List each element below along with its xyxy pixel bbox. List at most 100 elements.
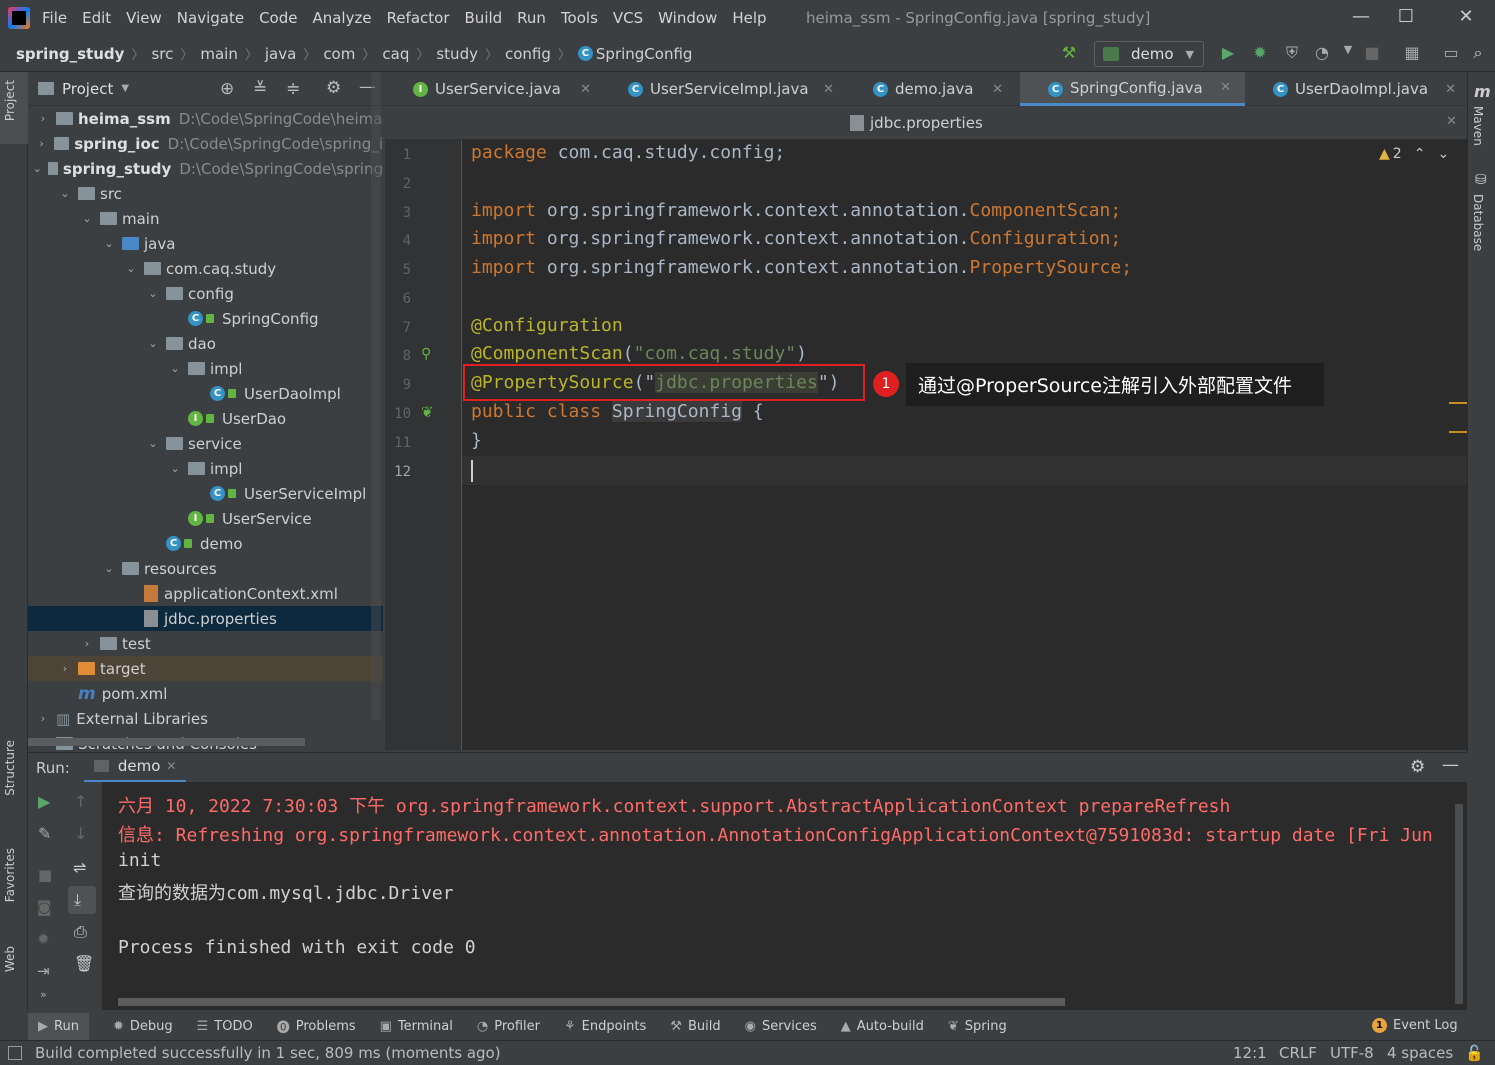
expand-arrow-icon[interactable]: ⌄ [80,212,94,225]
tab-close-icon[interactable]: ✕ [1446,114,1457,129]
breadcrumb-com[interactable]: com [323,45,355,63]
menu-help[interactable]: Help [732,9,766,27]
gear-icon[interactable]: ⚙ [326,78,341,98]
tree-hscrollbar[interactable] [28,738,305,746]
tree-item[interactable]: ⌄ main [28,206,383,231]
run-config-select[interactable]: demo ▼ [1094,41,1204,67]
tool-profiler[interactable]: ◔ Profiler [477,1019,540,1034]
breadcrumb-java[interactable]: java [265,45,296,63]
bean-gutter-icon[interactable]: ⚲ [421,346,431,362]
file-encoding[interactable]: UTF-8 [1330,1044,1374,1062]
tree-item[interactable]: ⌄ java [28,231,383,256]
tree-item[interactable]: jdbc.properties [28,606,383,631]
tree-item[interactable]: ⌄ spring_study D:\Code\SpringCode\spring [28,156,383,181]
breadcrumb-caq[interactable]: caq [382,45,409,63]
expand-arrow-icon[interactable]: › [35,137,48,150]
status-message[interactable]: Build completed successfully in 1 sec, 8… [35,1044,501,1062]
database-tool-label[interactable]: Database [1471,194,1485,251]
stop-icon[interactable]: ■ [38,866,52,884]
search-icon[interactable]: ⌕ [1467,43,1489,65]
breadcrumb-study[interactable]: study [436,45,478,63]
tab-jdbc-properties[interactable]: jdbc.properties [850,114,983,132]
breadcrumb-src[interactable]: src [151,45,173,63]
menu-vcs[interactable]: VCS [613,9,643,27]
maximize-icon[interactable]: ☐ [1395,6,1417,28]
run-tab-demo[interactable]: demo ✕ [83,753,187,783]
expand-arrow-icon[interactable]: ⌄ [168,362,182,375]
expand-all-icon[interactable]: ≚ [253,79,267,99]
console-hscrollbar[interactable] [118,998,1065,1006]
tree-item[interactable]: m pom.xml [28,681,383,706]
tab-userservice[interactable]: I UserService.java ✕ [385,72,595,106]
lock-icon[interactable]: 🔓 [1465,1044,1484,1062]
menu-build[interactable]: Build [465,9,503,27]
debug-bug-icon[interactable]: ✹ [37,930,50,948]
tab-close-icon[interactable]: ✕ [823,82,834,97]
project-tool-label[interactable]: Project [3,80,17,121]
expand-arrow-icon[interactable]: ⌄ [146,437,160,450]
menu-tools[interactable]: Tools [561,9,598,27]
tree-item[interactable]: ⌄ resources [28,556,383,581]
menu-view[interactable]: View [126,9,162,27]
expand-arrow-icon[interactable]: ⌄ [124,262,138,275]
tree-item[interactable]: › ▥ External Libraries [28,706,383,731]
hide-panel-icon[interactable]: — [1442,755,1459,775]
tree-item[interactable]: ⌄ impl [28,356,383,381]
minimize-icon[interactable]: — [1350,6,1372,28]
expand-arrow-icon[interactable]: ⌄ [33,162,42,175]
chevron-down-icon[interactable]: ▼ [121,83,129,94]
tree-item[interactable]: applicationContext.xml [28,581,383,606]
exit-icon[interactable]: ⇥ [37,962,50,980]
tree-item[interactable]: Cdemo [28,531,383,556]
profile-icon[interactable]: ◔ [1311,43,1333,65]
gear-icon[interactable]: ⚙ [1410,757,1425,777]
layout-icon[interactable]: ▭ [1440,43,1462,65]
event-log[interactable]: 1 Event Log [1372,1018,1458,1033]
tab-springconfig[interactable]: C SpringConfig.java ✕ [1020,72,1245,106]
collapse-all-icon[interactable]: ≑ [286,79,300,99]
tree-item[interactable]: ⌄ service [28,431,383,456]
rerun-icon[interactable]: ▶ [38,792,50,811]
coverage-icon[interactable]: ⛨ [1281,43,1303,65]
tree-item[interactable]: ⌄ impl [28,456,383,481]
close-icon[interactable]: ✕ [1455,6,1477,28]
expand-arrow-icon[interactable]: ⌄ [168,462,182,475]
tool-terminal[interactable]: ▣ Terminal [380,1019,453,1034]
scroll-to-end-toggle[interactable] [68,886,96,914]
debug-icon[interactable]: ✹ [1249,43,1271,65]
down-arrow-icon[interactable]: ↓ [74,824,87,843]
console-vscrollbar[interactable] [1455,804,1463,1004]
expand-arrow-icon[interactable]: ⌄ [146,337,160,350]
print-icon[interactable]: ⎙ [74,922,87,942]
menu-code[interactable]: Code [259,9,297,27]
tree-item[interactable]: › heima_ssm D:\Code\SpringCode\heima [28,106,383,131]
tab-demo[interactable]: C demo.java ✕ [845,72,1015,106]
tool-endpoints[interactable]: ⚘ Endpoints [564,1019,646,1034]
menu-window[interactable]: Window [658,9,717,27]
tree-item[interactable]: ⌄ config [28,281,383,306]
console-output[interactable]: 六月 10, 2022 7:30:03 下午 org.springframewo… [102,782,1467,1010]
expand-arrow-icon[interactable]: ⌄ [102,237,116,250]
menu-file[interactable]: File [42,9,67,27]
tree-item[interactable]: › target [28,656,383,681]
tab-close-icon[interactable]: ✕ [1220,80,1231,95]
previous-highlight-icon[interactable]: ⌃ [1414,146,1426,162]
favorites-tool-label[interactable]: Favorites [3,848,17,902]
panel-toggle-icon[interactable] [8,1046,22,1060]
breadcrumb-main[interactable]: main [200,45,237,63]
expand-arrow-icon[interactable]: ⌄ [58,187,72,200]
code-editor[interactable]: 1 2 3 4 5 6 7 8 9 10 11 12 ⚲ ❦ package c… [385,140,1467,750]
web-tool-label[interactable]: Web [3,946,17,972]
tab-close-icon[interactable]: ✕ [992,82,1003,97]
tool-spring[interactable]: ❦ Spring [948,1019,1007,1034]
project-panel-title[interactable]: Project [62,80,113,98]
tool-build[interactable]: ⚒ Build [670,1019,720,1034]
tree-item[interactable]: ⌄ src [28,181,383,206]
tab-close-icon[interactable]: ✕ [1445,82,1456,97]
spring-bean-gutter-icon[interactable]: ❦ [421,403,434,421]
caret-position[interactable]: 12:1 [1233,1044,1267,1062]
tool-services[interactable]: ◉ Services [745,1019,817,1034]
tree-item[interactable]: C UserDaoImpl [28,381,383,406]
indent-setting[interactable]: 4 spaces [1387,1044,1453,1062]
project-structure-icon[interactable]: ▦ [1401,43,1423,65]
